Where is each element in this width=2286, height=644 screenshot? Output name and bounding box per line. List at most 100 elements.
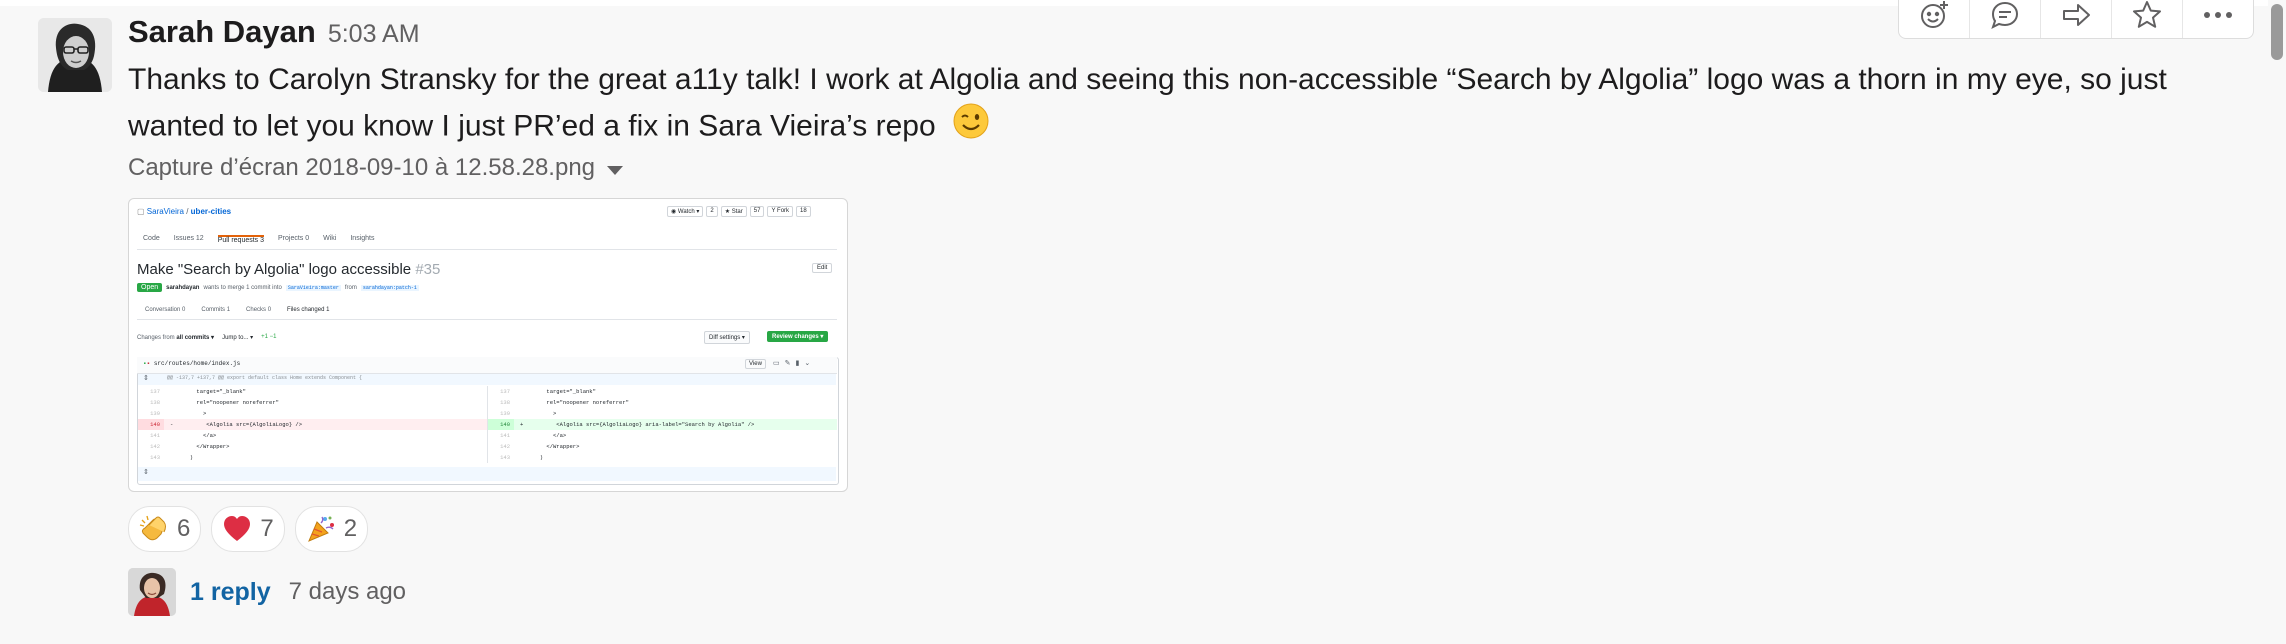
- diff-line-number: 143: [138, 452, 164, 463]
- winking-face-icon: [952, 102, 990, 153]
- fork-count: 18: [796, 206, 811, 217]
- share-message-button[interactable]: [2041, 0, 2112, 38]
- pr-merge-from: from: [344, 284, 357, 291]
- watch-label: Watch ▾: [677, 209, 700, 215]
- reactions-bar: 6 7 2: [128, 506, 369, 552]
- diff-line-code: rel="noopener noreferrer": [170, 399, 279, 406]
- diff-line-number: 137: [488, 386, 514, 397]
- watch-count: 2: [706, 206, 718, 217]
- add-reaction-button[interactable]: [1899, 0, 1970, 38]
- pr-author: sarahdayan: [166, 284, 200, 291]
- save-message-button[interactable]: [2112, 0, 2183, 38]
- diff-line: 142 </Wrapper>: [488, 441, 837, 452]
- pr-subtabs: Conversation 0 Commits 1 Checks 0 Files …: [145, 307, 329, 313]
- diff-line: 142 </Wrapper>: [138, 441, 487, 452]
- watch-button: ◉ Watch ▾: [667, 206, 704, 217]
- pr-title-row: Make "Search by Algolia" logo accessible…: [137, 261, 440, 278]
- message-actions-toolbar: [1898, 0, 2254, 39]
- diff-line-number: 138: [138, 397, 164, 408]
- diff-line-code: - <Algolia src={AlgoliaLogo} />: [170, 421, 303, 428]
- attachment-image[interactable]: ▢ SaraVieira / uber-cities ◉ Watch ▾ 2 ★…: [128, 198, 848, 492]
- diff-line: 139 >: [138, 408, 487, 419]
- reaction-clapping-hands[interactable]: 6: [128, 506, 202, 552]
- diff-line-code: >: [520, 410, 557, 417]
- diff-toolbar: Changes from all commits ▾ Jump to... ▾ …: [137, 334, 276, 341]
- diff-line: 137 target="_blank": [488, 386, 837, 397]
- repo-tab-projects: Projects 0: [278, 235, 310, 242]
- fork-label: Fork: [777, 208, 790, 214]
- pr-number: #35: [415, 261, 441, 278]
- diff-line-code: </a>: [170, 432, 217, 439]
- author-avatar[interactable]: [38, 18, 112, 92]
- red-heart-icon: [222, 514, 252, 544]
- repo-tab-wiki: Wiki: [323, 235, 337, 242]
- reaction-red-heart[interactable]: 7: [211, 506, 285, 552]
- diff-line: 143 ): [488, 452, 837, 463]
- pr-subtab-checks: Checks 0: [246, 307, 272, 313]
- diff-line: 141 </a>: [488, 430, 837, 441]
- diff-line-number: 140: [488, 419, 514, 430]
- diff-line: 140 - <Algolia src={AlgoliaLogo} />: [138, 419, 487, 430]
- review-changes-button: Review changes ▾: [767, 331, 829, 342]
- diff-line-code: target="_blank": [170, 388, 246, 395]
- diff-right-pane: 137 target="_blank" 138 rel="noopener nor…: [487, 386, 837, 463]
- pr-subtab-conversation: Conversation 0: [145, 307, 186, 313]
- reaction-count: 2: [343, 515, 358, 542]
- repo-icon: ▢: [137, 207, 147, 216]
- repo-path: ▢ SaraVieira / uber-cities: [137, 207, 231, 216]
- author-name[interactable]: Sarah Dayan: [128, 14, 316, 50]
- diffstat: +1 −1: [261, 334, 277, 340]
- diff-line-number: 137: [138, 386, 164, 397]
- attachment-filename[interactable]: Capture d’écran 2018-09-10 à 12.58.28.pn…: [128, 154, 624, 182]
- diff-line-number: 143: [488, 452, 514, 463]
- scrollbar[interactable]: [2268, 0, 2286, 644]
- diff-line-code: </Wrapper>: [170, 443, 230, 450]
- diff-file-path-text: src/routes/home/index.js: [153, 360, 241, 367]
- pr-base-branch: SaraVieira:master: [285, 284, 341, 291]
- reaction-count: 7: [260, 515, 274, 542]
- pr-subtab-commits: Commits 1: [201, 307, 231, 313]
- diff-line-code: >: [170, 410, 207, 417]
- diff-left-pane: 137 target="_blank" 138 rel="noopener nor…: [138, 386, 487, 463]
- star-button: ★ Star: [720, 206, 747, 217]
- speech-bubble-icon: [1989, 0, 2021, 36]
- repo-separator: /: [184, 207, 191, 216]
- diff-line-code: rel="noopener noreferrer": [520, 399, 629, 406]
- pr-merge-info: Open sarahdayan wants to merge 1 commit …: [137, 283, 419, 292]
- diff-line-code: + <Algolia src={AlgoliaLogo} aria-label=…: [520, 421, 755, 428]
- pr-merge-text: wants to merge 1 commit into: [203, 284, 282, 291]
- diff-line-number: 139: [138, 408, 164, 419]
- chevron-down-icon[interactable]: [607, 165, 624, 175]
- star-icon: ★: [724, 209, 732, 215]
- diff-settings-button: Diff settings ▾: [704, 331, 750, 344]
- scrollbar-thumb[interactable]: [2271, 4, 2283, 60]
- diff-line-code: </Wrapper>: [520, 443, 580, 450]
- fork-button: Y Fork: [767, 206, 794, 217]
- last-reply-time: 7 days ago: [288, 578, 407, 605]
- all-commits-dropdown: all commits ▾: [176, 335, 215, 341]
- start-thread-button[interactable]: [1970, 0, 2041, 38]
- message-timestamp[interactable]: 5:03 AM: [328, 20, 420, 49]
- expand-icon: ⇕: [143, 375, 149, 382]
- diff-file-icons: ▭✎▮⌄: [773, 359, 815, 367]
- pr-subtab-files-changed: Files changed 1: [287, 307, 330, 313]
- party-popper-icon: [306, 514, 336, 544]
- reply-count-link[interactable]: 1 reply: [190, 578, 271, 607]
- reply-avatar[interactable]: [128, 568, 176, 616]
- star-count: 57: [749, 206, 765, 217]
- pencil-icon: ✎: [784, 360, 796, 367]
- display-icon: ▭: [773, 360, 785, 367]
- diff-line-code: </a>: [520, 432, 567, 439]
- message-header: Sarah Dayan 5:03 AM: [128, 14, 420, 50]
- reaction-party-popper[interactable]: 2: [294, 506, 369, 552]
- attachment-filename-label[interactable]: Capture d’écran 2018-09-10 à 12.58.28.pn…: [128, 154, 595, 182]
- diff-bottom-bar: [138, 467, 836, 481]
- repo-tab-issues: Issues 12: [173, 235, 204, 242]
- thread-summary[interactable]: 1 reply 7 days ago: [128, 568, 406, 616]
- jump-to-dropdown: Jump to... ▾: [222, 335, 254, 341]
- eye-icon: ◉: [671, 209, 678, 215]
- more-actions-button[interactable]: [2183, 0, 2253, 38]
- pr-title: Make "Search by Algolia" logo accessible: [137, 261, 412, 278]
- repo-tab-insights: Insights: [350, 235, 375, 242]
- diff-line-code: target="_blank": [520, 388, 596, 395]
